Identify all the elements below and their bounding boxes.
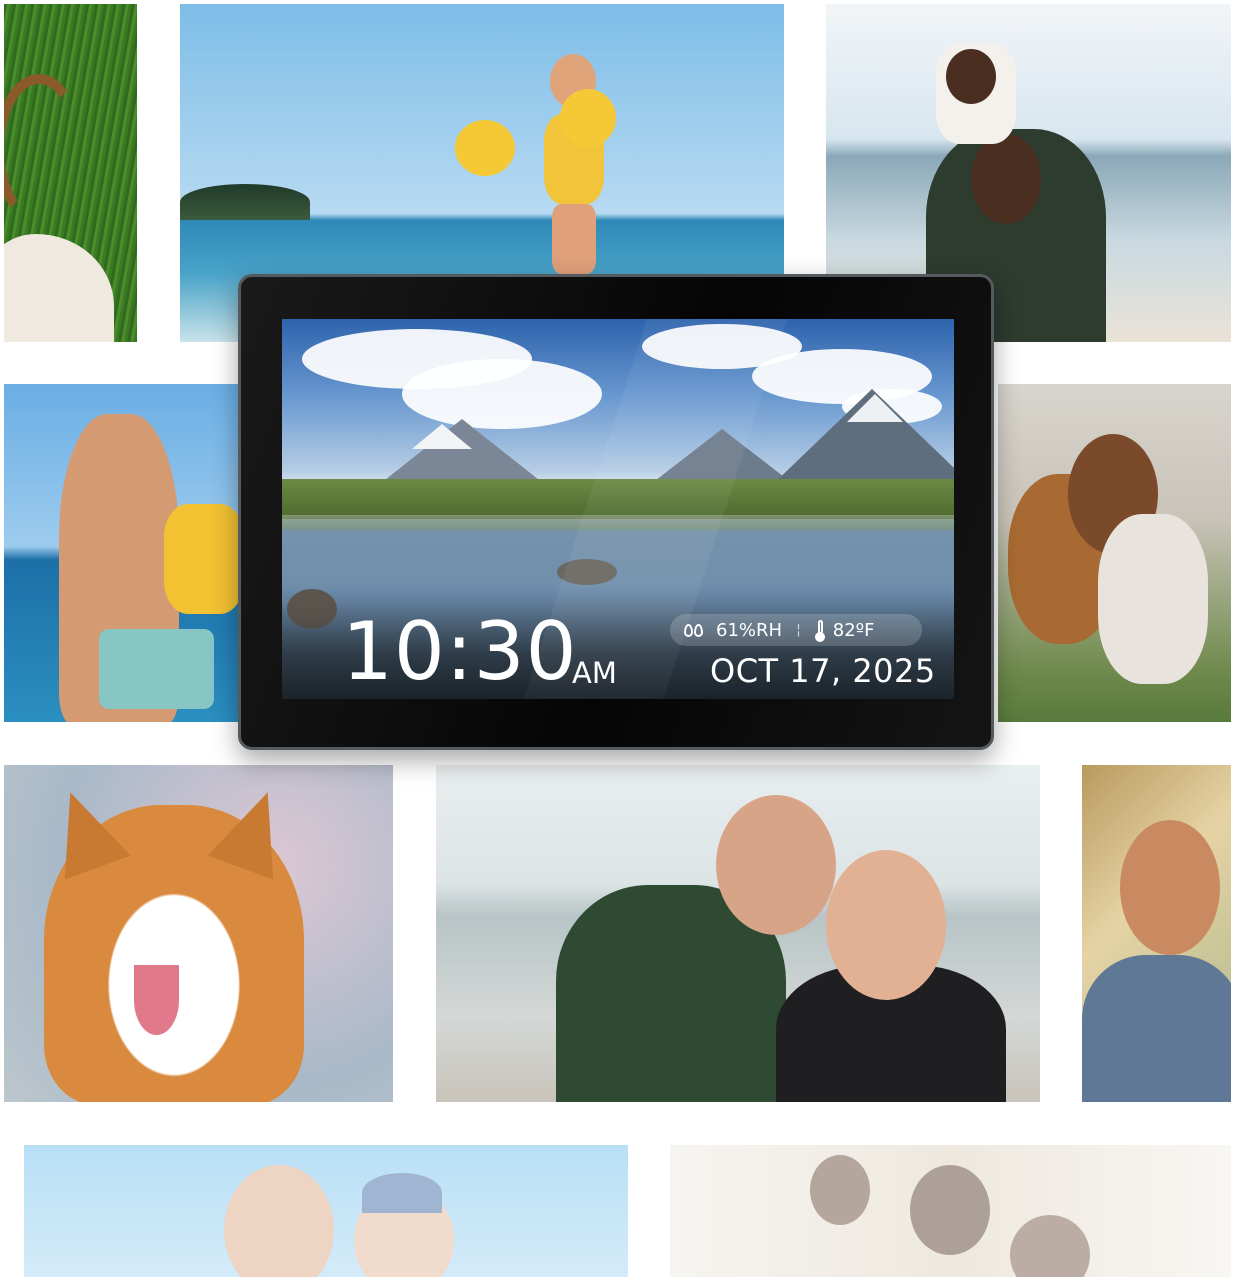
humidity-value: 61%RH (716, 619, 783, 641)
photo-corgi (4, 765, 393, 1102)
clock-ampm: AM (572, 656, 617, 690)
weather-separator: ¦ (796, 622, 801, 638)
photo-man-holding-son (4, 384, 266, 722)
photo-group-selfie (24, 1145, 628, 1277)
temperature-value: 82ºF (832, 619, 875, 641)
photo-smiling-man (1082, 765, 1231, 1102)
photo-grass-portrait (4, 4, 137, 342)
clock-date: OCT 17, 2025 (710, 652, 936, 690)
frame-screen: 10:30 AM 61%RH ¦ 82ºF OCT 17, 2025 (282, 319, 954, 699)
digital-photo-frame: 10:30 AM 61%RH ¦ 82ºF OCT 17, 2025 (238, 274, 994, 750)
thermometer-icon (814, 620, 825, 642)
photo-family-playing (670, 1145, 1231, 1277)
weather-widget: 61%RH ¦ 82ºF (670, 614, 922, 646)
clock-time: 10:30 (342, 605, 578, 698)
photo-elderly-couple (436, 765, 1040, 1102)
photo-mother-daughter-dog (998, 384, 1231, 722)
humidity-drops-icon (684, 621, 708, 639)
